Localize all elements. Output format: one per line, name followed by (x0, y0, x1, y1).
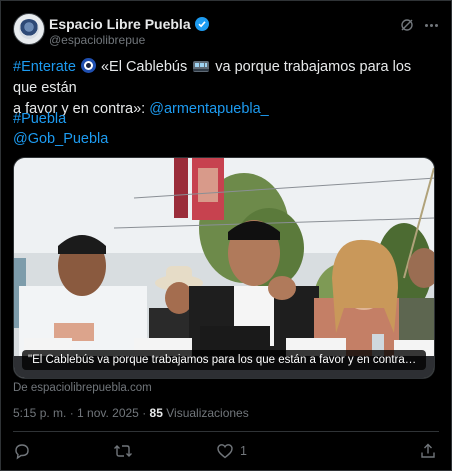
grok-icon[interactable] (399, 17, 415, 33)
post-text: #Enterate «El Cablebús va porque trabaja… (13, 57, 439, 120)
reply-button[interactable] (13, 441, 31, 461)
views-label: Visualizaciones (166, 406, 249, 420)
author-handle[interactable]: @espaciolibrepue (49, 33, 145, 47)
link-source[interactable]: De espaciolibrepuebla.com (13, 382, 152, 394)
mention-link[interactable]: @armentapuebla_ (149, 101, 269, 117)
reply-icon (15, 444, 29, 460)
post-header: Espacio Libre Puebla @espaciolibrepue (13, 13, 439, 49)
divider (13, 431, 439, 432)
like-count: 1 (240, 444, 247, 458)
action-bar: 1 (13, 441, 439, 463)
hashtag-line: #Puebla (13, 109, 66, 130)
eye-emoji-icon (80, 58, 96, 73)
repost-button[interactable] (113, 441, 133, 461)
avatar[interactable] (13, 13, 45, 45)
hashtag-link[interactable]: #Puebla (13, 111, 66, 127)
link-card-image[interactable]: "El Cablebús va porque trabajamos para l… (13, 157, 435, 379)
quote-text: «El Cablebús (100, 59, 188, 75)
share-button[interactable] (419, 441, 437, 461)
tram-emoji-icon (193, 61, 210, 72)
more-icon[interactable] (423, 17, 439, 33)
like-icon (217, 444, 233, 459)
hashtag-link[interactable]: #Enterate (13, 59, 76, 75)
mention-line: @Gob_Puebla (13, 129, 108, 150)
repost-icon (114, 445, 132, 457)
post-meta: 5:15 p. m. · 1 nov. 2025 · 85 Visualizac… (13, 406, 249, 420)
like-button[interactable]: 1 (216, 441, 247, 461)
press-conference-photo (14, 158, 434, 378)
link-card-caption: "El Cablebús va porque trabajamos para l… (22, 350, 426, 370)
author-line: Espacio Libre Puebla (49, 16, 209, 32)
author-name[interactable]: Espacio Libre Puebla (49, 16, 191, 32)
post-card: Espacio Libre Puebla @espaciolibrepue #E… (0, 0, 452, 471)
mention-link[interactable]: @Gob_Puebla (13, 131, 108, 147)
post-timestamp[interactable]: 5:15 p. m. · 1 nov. 2025 · (13, 406, 146, 420)
verified-badge-icon (194, 17, 209, 31)
share-icon (421, 443, 435, 458)
views-count: 85 (149, 406, 163, 420)
